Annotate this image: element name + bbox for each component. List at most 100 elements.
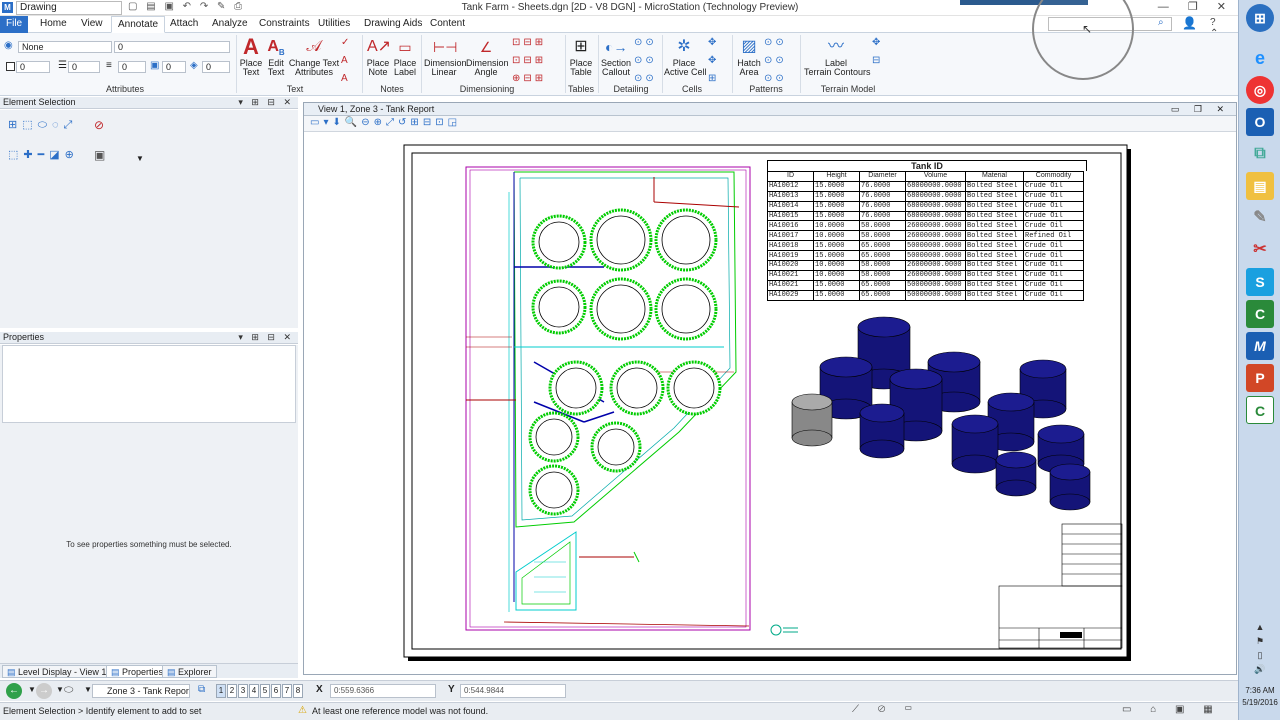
text-style-select[interactable]: 0 (114, 41, 230, 53)
dimension-tools-2-icon[interactable]: ⊡⊟⊞ (512, 55, 546, 66)
tab-level-display[interactable]: ▤ Level Display - View 1 (2, 665, 112, 678)
label-terrain-contours-button[interactable]: 〰 Label Terrain Contours (804, 37, 871, 77)
file-explorer-icon[interactable]: ▤ (1246, 172, 1274, 200)
place-label-button[interactable]: ▭ Place Label (392, 37, 418, 77)
text-style-icon[interactable]: A (341, 73, 348, 84)
status-right-icons[interactable]: ▭ ⌂ ▣ ▦ (1122, 704, 1221, 715)
view-button-2[interactable]: 2 (227, 684, 237, 698)
model-dropdown-icon[interactable]: ▼ (84, 685, 92, 694)
tab-file[interactable]: File (0, 16, 29, 33)
tab-home[interactable]: Home (34, 16, 73, 33)
view-button-7[interactable]: 7 (282, 684, 292, 698)
panel-controls-2[interactable]: ▾ ⊞ ⊟ ✕ (238, 332, 294, 343)
tab-content[interactable]: Content (424, 16, 471, 33)
level-select[interactable]: None (18, 41, 112, 53)
pattern-tools-icon[interactable]: ⊙⊙ (764, 37, 787, 48)
detail-tools-3-icon[interactable]: ⊙⊙ (634, 73, 657, 84)
text-abc-icon[interactable]: ✓ (341, 37, 349, 48)
transparency-select[interactable]: 0 (162, 61, 186, 73)
paint-icon[interactable]: ✎ (1246, 204, 1274, 232)
workspace-selector[interactable]: Drawing (16, 1, 122, 15)
panel-controls[interactable]: ▾ ⊞ ⊟ ✕ (238, 97, 294, 108)
status-indicator-icons[interactable]: ⟋ ⊘ ▭ (852, 704, 920, 715)
outlook-icon[interactable]: O (1246, 108, 1274, 136)
line-style-select[interactable]: 0 (68, 61, 100, 73)
x-coordinate-field[interactable]: 0:559.6366 (330, 684, 436, 698)
camtasia-recorder-icon[interactable]: C (1246, 396, 1274, 424)
color-select[interactable]: 0 (16, 61, 50, 73)
change-text-attributes-button[interactable]: 𝒜 Change Text Attributes (288, 37, 340, 77)
text-spell-icon[interactable]: A (341, 55, 348, 66)
tab-attach[interactable]: Attach (164, 16, 204, 33)
place-note-button[interactable]: A↗ Place Note (366, 37, 391, 77)
skype-icon[interactable]: S (1246, 268, 1274, 296)
tab-utilities[interactable]: Utilities (312, 16, 356, 33)
place-table-button[interactable]: ⊞ Place Table (568, 37, 594, 77)
dimension-tools-icon[interactable]: ⊡⊟⊞ (512, 37, 546, 48)
quick-access-toolbar[interactable]: ▢ ▤ ▣ ↶ ↷ ✎ ⎙ (128, 1, 245, 12)
tab-properties[interactable]: ▤ Properties (106, 665, 169, 678)
view-button-8[interactable]: 8 (293, 684, 303, 698)
view-button-6[interactable]: 6 (271, 684, 281, 698)
color-swatch[interactable] (6, 62, 15, 71)
detail-tools-icon[interactable]: ⊙⊙ (634, 37, 657, 48)
tab-explorer[interactable]: ▤ Explorer (162, 665, 217, 678)
back-dropdown-icon[interactable]: ▼ (28, 685, 36, 694)
tank-table-cell: Crude Oil (1023, 210, 1084, 222)
search-icon[interactable]: ⌕ (1158, 17, 1164, 28)
dropdown-arrow-icon[interactable]: ▼ (136, 154, 144, 163)
view-selector[interactable]: Zone 3 - Tank Repor (92, 684, 190, 698)
tab-view[interactable]: View (75, 16, 109, 33)
section-callout-button[interactable]: ◐→ Section Callout (600, 37, 632, 77)
hatch-area-button[interactable]: ▨ Hatch Area (736, 37, 762, 77)
place-text-button[interactable]: A Place Text (238, 36, 264, 77)
start-button-icon[interactable]: ⊞ (1246, 4, 1274, 32)
terrain-tools-icon[interactable]: ✥ (872, 37, 880, 48)
y-coordinate-field[interactable]: 0:544.9844 (460, 684, 566, 698)
chrome-icon[interactable]: ◎ (1246, 76, 1274, 104)
forward-dropdown-icon[interactable]: ▼ (56, 685, 64, 694)
line-weight-select[interactable]: 0 (118, 61, 146, 73)
camtasia-icon[interactable]: C (1246, 300, 1274, 328)
network-icon[interactable]: ⧉ (1246, 140, 1274, 168)
tab-annotate[interactable]: Annotate (111, 16, 166, 33)
place-active-cell-button[interactable]: ✲ Place Active Cell (664, 37, 707, 77)
forward-icon[interactable]: → (36, 683, 52, 699)
selection-method-icons[interactable]: ⊞⬚⬭◌⤢ (8, 118, 77, 132)
priority-select[interactable]: 0 (202, 61, 230, 73)
view-button-5[interactable]: 5 (260, 684, 270, 698)
view-group-icon[interactable]: ⧉ (198, 684, 205, 695)
tab-analyze[interactable]: Analyze (206, 16, 254, 33)
view-button-3[interactable]: 3 (238, 684, 248, 698)
terrain-tools-2-icon[interactable]: ⊟ (872, 55, 880, 66)
view-window[interactable]: View 1, Zone 3 - Tank Report ▭ ❐ ✕ ▭▾⬇🔍⊖… (303, 102, 1237, 675)
back-icon[interactable]: ← (6, 683, 22, 699)
clear-selection-icon[interactable]: ⊘ (94, 118, 104, 132)
view-button-1[interactable]: 1 (216, 684, 226, 698)
model-icon[interactable]: ⬭ (64, 684, 73, 697)
tab-drawing-aids[interactable]: Drawing Aids (358, 16, 428, 33)
edit-text-button[interactable]: AB Edit Text (264, 37, 288, 77)
dimension-angle-button[interactable]: ∠ Dimension Angle (466, 37, 509, 77)
microstation-icon[interactable]: M (1246, 332, 1274, 360)
dimension-linear-button[interactable]: ⊢⊣ Dimension Linear (424, 37, 467, 77)
cell-tools-3-icon[interactable]: ⊞ (708, 73, 716, 84)
internet-explorer-icon[interactable]: e (1246, 44, 1274, 72)
pattern-tools-3-icon[interactable]: ⊙⊙ (764, 73, 787, 84)
powerpoint-icon[interactable]: P (1246, 364, 1274, 392)
cell-tools-2-icon[interactable]: ✥ (708, 55, 716, 66)
user-icon[interactable]: 👤 (1182, 16, 1197, 30)
system-tray-icons[interactable]: ▲ ⚑ ▯ 🔊 (1247, 620, 1273, 676)
detail-tools-2-icon[interactable]: ⊙⊙ (634, 55, 657, 66)
view-tool-icons[interactable]: ▭▾⬇🔍⊖⊕⤢↺⊞⊟⊡◲ (310, 117, 461, 128)
selection-filter-icon[interactable]: ▣ (94, 148, 105, 162)
view-window-controls[interactable]: ▭ ❐ ✕ (1171, 103, 1230, 115)
tab-constraints[interactable]: Constraints (253, 16, 316, 33)
pattern-tools-2-icon[interactable]: ⊙⊙ (764, 55, 787, 66)
snipping-tool-icon[interactable]: ✂ (1246, 236, 1274, 264)
dimension-tools-3-icon[interactable]: ⊕⊟⊞ (512, 73, 546, 84)
cell-tools-icon[interactable]: ✥ (708, 37, 716, 48)
view-button-4[interactable]: 4 (249, 684, 259, 698)
window-controls[interactable]: — ❐ ✕ (1158, 0, 1234, 13)
selection-mode-icons[interactable]: ⬚✚━◪⊕ (8, 148, 79, 161)
